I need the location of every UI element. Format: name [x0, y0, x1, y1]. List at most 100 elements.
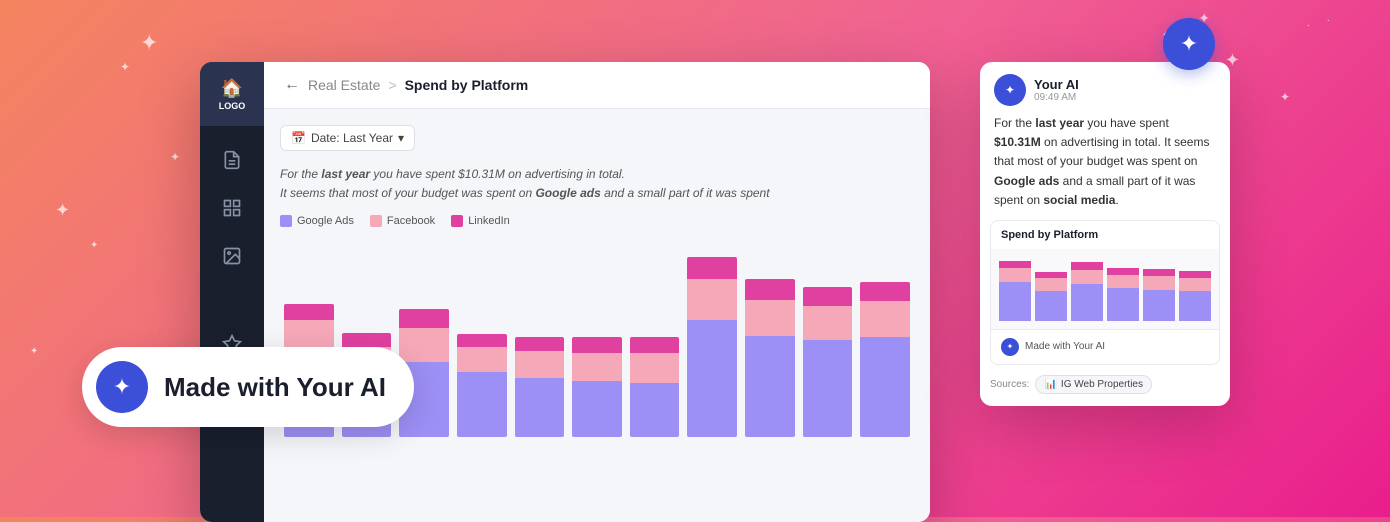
source-icon: 📊 — [1044, 379, 1056, 390]
chat-ai-bubble-icon[interactable]: ✦ — [1163, 18, 1215, 70]
sparkle-icon: ✦ — [113, 374, 131, 400]
chat-message: For the last year you have spent $10.31M… — [980, 114, 1230, 220]
sidebar-item-document[interactable] — [210, 138, 254, 182]
bar-group — [803, 287, 853, 437]
mini-chart-title: Spend by Platform — [991, 221, 1219, 249]
bar-google — [745, 336, 795, 438]
bar-google — [630, 383, 680, 438]
breadcrumb-current: Spend by Platform — [405, 77, 529, 93]
bar-facebook — [457, 347, 507, 372]
sources-row: Sources: 📊 IG Web Properties — [990, 375, 1220, 394]
made-with-ai-badge: ✦ Made with Your AI — [82, 347, 414, 427]
mini-bar-facebook — [1143, 276, 1175, 290]
sparkle-11: · — [1327, 15, 1330, 26]
mini-chart-area — [991, 249, 1219, 329]
legend-dot-google — [280, 215, 292, 227]
bubble-sparkle-icon: ✦ — [1180, 31, 1198, 57]
bar-group — [745, 279, 795, 437]
home-icon: 🏠 — [221, 78, 243, 99]
badge-ai-icon: ✦ — [96, 361, 148, 413]
source-name: IG Web Properties — [1061, 379, 1143, 390]
badge-text: Made with Your AI — [164, 372, 386, 403]
bar-linkedin — [572, 337, 622, 353]
mini-bar-linkedin — [999, 261, 1031, 268]
bar-facebook — [399, 328, 449, 362]
app-window: 🏠 LOGO — [200, 62, 930, 522]
mini-bar-group — [1179, 271, 1211, 321]
sparkle-9: ✦ — [1280, 90, 1290, 104]
mini-bar-linkedin — [1071, 262, 1103, 270]
mini-sparkle-icon: ✦ — [1007, 342, 1014, 351]
date-filter[interactable]: 📅 Date: Last Year ▾ — [280, 125, 415, 151]
content-area: 📅 Date: Last Year ▾ For the last year yo… — [264, 109, 930, 522]
legend-facebook: Facebook — [370, 215, 435, 227]
legend-google-ads: Google Ads — [280, 215, 354, 227]
bar-linkedin — [860, 282, 910, 301]
bar-facebook — [803, 306, 853, 340]
mini-bar-group — [1143, 269, 1175, 321]
chat-ai-avatar: ✦ — [994, 74, 1026, 106]
mini-bar-google — [1179, 291, 1211, 321]
mini-ai-icon: ✦ — [1001, 338, 1019, 356]
mini-bar-facebook — [1035, 278, 1067, 290]
filter-bar: 📅 Date: Last Year ▾ — [280, 125, 914, 151]
bar-linkedin — [630, 337, 680, 353]
bar-facebook — [630, 353, 680, 383]
breadcrumb-parent[interactable]: Real Estate — [308, 77, 380, 93]
sources-label: Sources: — [990, 379, 1029, 390]
bar-google — [572, 381, 622, 437]
ai-summary: For the last year you have spent $10.31M… — [280, 165, 914, 203]
bar-facebook — [572, 353, 622, 381]
mini-chart-card: Spend by Platform ✦ Made with Your AI — [990, 220, 1220, 365]
chat-ai-name: Your AI — [1034, 77, 1079, 92]
mini-bar-group — [1071, 262, 1103, 321]
mini-bar-facebook — [1071, 270, 1103, 285]
bar-google — [457, 372, 507, 438]
chat-header: ✦ Your AI 09:49 AM — [980, 62, 1230, 114]
bar-facebook — [745, 300, 795, 336]
bar-facebook — [860, 301, 910, 337]
legend-dot-facebook — [370, 215, 382, 227]
mini-bar-google — [1143, 290, 1175, 321]
mini-bar-group — [1107, 268, 1139, 321]
logo-text: LOGO — [219, 101, 246, 111]
breadcrumb-separator: > — [388, 77, 396, 93]
sparkle-3: ✦ — [55, 200, 70, 221]
calendar-icon: 📅 — [291, 131, 306, 145]
mini-bar-facebook — [999, 268, 1031, 282]
main-content: ← Real Estate > Spend by Platform 📅 Date… — [264, 62, 930, 522]
sparkle-2: ✦ — [120, 60, 130, 74]
mini-bar-google — [1107, 288, 1139, 321]
mini-bar-group — [1035, 272, 1067, 321]
back-button[interactable]: ← — [284, 76, 300, 94]
bar-linkedin — [687, 257, 737, 279]
page-header: ← Real Estate > Spend by Platform — [264, 62, 930, 109]
sparkle-10: · — [1307, 20, 1310, 31]
chat-timestamp: 09:49 AM — [1034, 92, 1079, 103]
logo: 🏠 LOGO — [200, 62, 264, 126]
bar-linkedin — [284, 304, 334, 320]
legend-label-facebook: Facebook — [387, 215, 435, 227]
sparkle-12: ✦ — [30, 346, 38, 357]
bar-group — [630, 337, 680, 437]
bar-group — [457, 334, 507, 437]
mini-bar-group — [999, 261, 1031, 321]
bar-linkedin — [457, 334, 507, 347]
bar-facebook — [515, 351, 565, 378]
bar-group — [572, 337, 622, 437]
mini-bar-facebook — [1179, 278, 1211, 291]
sparkle-1: ✦ — [140, 30, 158, 56]
sidebar-item-image[interactable] — [210, 234, 254, 278]
dropdown-icon: ▾ — [398, 131, 404, 145]
bar-linkedin — [803, 287, 853, 306]
bar-group — [515, 337, 565, 437]
source-chip[interactable]: 📊 IG Web Properties — [1035, 375, 1152, 394]
bar-linkedin — [515, 337, 565, 351]
legend-dot-linkedin — [451, 215, 463, 227]
bar-google — [687, 320, 737, 437]
bar-linkedin — [399, 309, 449, 328]
mini-bar-google — [1035, 291, 1067, 321]
bar-google — [803, 340, 853, 437]
sidebar-item-grid[interactable] — [210, 186, 254, 230]
sparkle-4: ✦ — [90, 240, 98, 251]
